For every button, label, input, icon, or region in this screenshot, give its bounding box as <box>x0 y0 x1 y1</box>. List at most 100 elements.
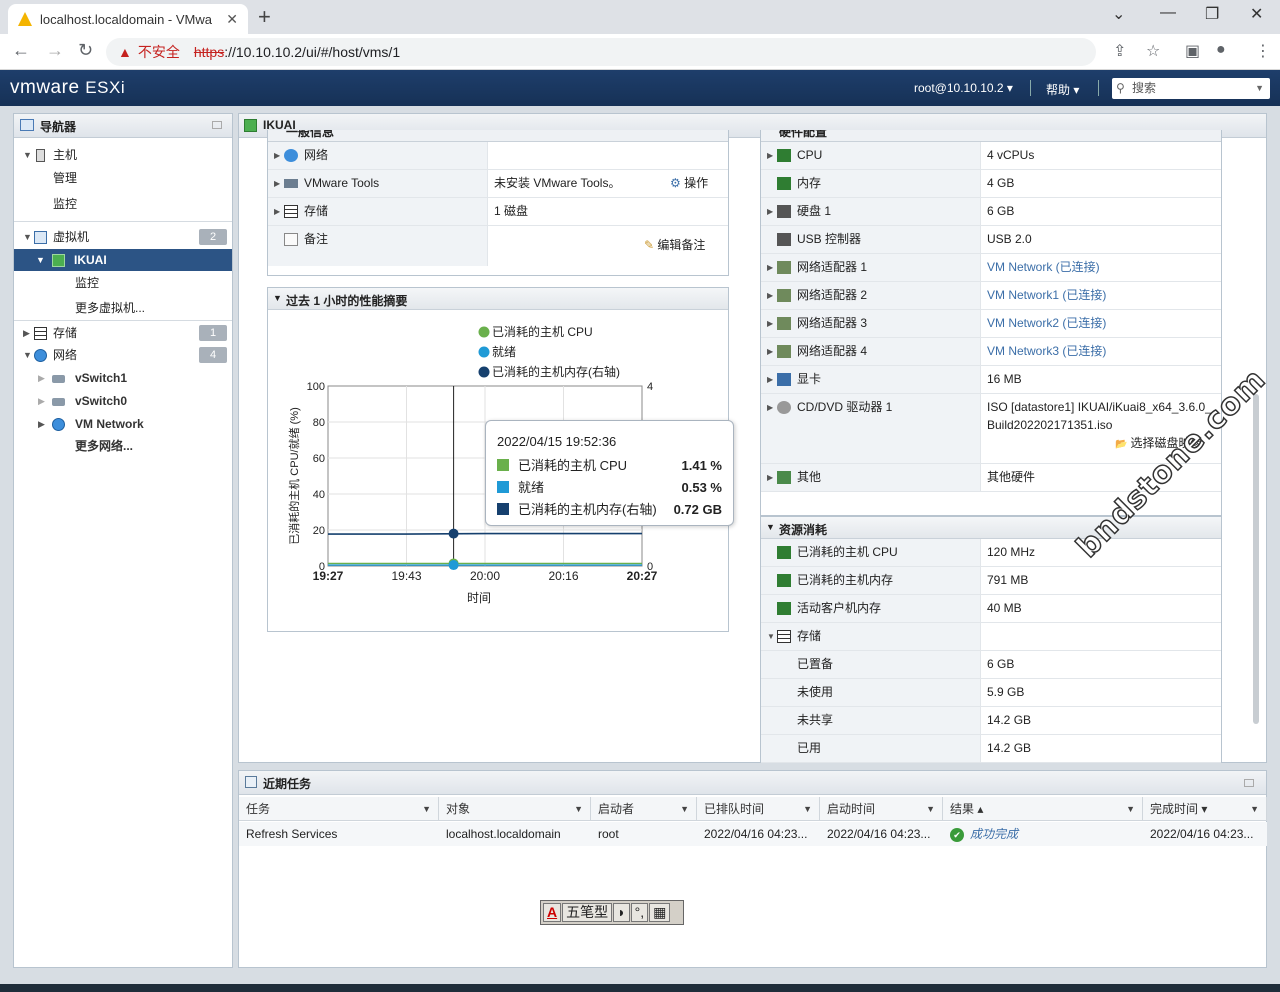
collapse-icon[interactable]: ▼ <box>23 344 32 366</box>
user-menu[interactable]: root@10.10.10.2 ▾ <box>914 81 1013 95</box>
bookmark-star-icon[interactable]: ☆ <box>1146 41 1160 61</box>
reload-icon[interactable]: ↻ <box>78 40 93 61</box>
hardware-row[interactable]: ▶ CPU 4 vCPUs <box>761 142 1221 170</box>
profile-icon[interactable]: ● <box>1216 41 1226 59</box>
nav-item-more-vms[interactable]: 更多虚拟机... <box>14 297 232 319</box>
expand-icon[interactable]: ▶ <box>767 198 773 225</box>
hardware-value[interactable]: VM Network1 (已连接) <box>987 282 1106 309</box>
disk-icon <box>777 205 791 218</box>
general-row-vmware-tools[interactable]: ▶ VMware Tools 未安装 VMware Tools。 ⚙ 操作 <box>268 170 728 198</box>
search-input[interactable]: ⚲ 搜索 ▼ <box>1112 78 1270 99</box>
collapse-icon[interactable]: ▼ <box>766 522 775 532</box>
collapse-icon[interactable]: ▼ <box>36 249 45 271</box>
task-column-header[interactable]: 结果 ▴ ▼ <box>943 797 1143 821</box>
hardware-value[interactable]: VM Network (已连接) <box>987 254 1100 281</box>
nav-item-monitor[interactable]: 监控 <box>14 193 232 215</box>
minimize-icon[interactable]: — <box>1160 4 1176 22</box>
general-row-storage[interactable]: ▶ 存储 1 磁盘 <box>268 198 728 226</box>
ime-keyboard-icon[interactable]: ▦ <box>649 903 671 922</box>
task-column-header[interactable]: 对象 ▼ <box>439 797 591 821</box>
hardware-row[interactable]: ▶ 硬盘 16 GB <box>761 198 1221 226</box>
expand-icon[interactable]: ▶ <box>38 390 45 412</box>
expand-icon[interactable]: ▶ <box>767 464 773 491</box>
tab-search-icon[interactable]: ⌄ <box>1112 4 1125 24</box>
expand-icon[interactable]: ▶ <box>767 366 773 393</box>
collapse-icon[interactable]: ▼ <box>23 144 32 166</box>
general-row-notes[interactable]: 备注 ✎ 编辑备注 <box>268 226 728 266</box>
task-column-header[interactable]: 已排队时间 ▼ <box>697 797 820 821</box>
minimize-panel-icon[interactable] <box>1244 779 1254 787</box>
expand-icon[interactable]: ▶ <box>767 338 773 365</box>
restore-icon[interactable]: ❐ <box>1205 4 1219 24</box>
expand-icon[interactable]: ▶ <box>274 198 280 225</box>
expand-icon[interactable]: ▶ <box>23 322 30 344</box>
nav-item-network[interactable]: ▼ 网络 4 <box>14 344 232 366</box>
ime-halfwidth-icon[interactable]: ◗ <box>613 903 630 922</box>
hardware-row[interactable]: ▶ 网络适配器 4 VM Network3 (已连接) <box>761 338 1221 366</box>
task-column-header[interactable]: 启动时间 ▼ <box>820 797 943 821</box>
nav-item-host[interactable]: ▼ 主机 <box>14 144 232 166</box>
column-menu-icon[interactable]: ▼ <box>926 797 935 821</box>
nav-item-vm-monitor[interactable]: 监控 <box>14 272 232 294</box>
close-window-icon[interactable]: ✕ <box>1250 4 1263 24</box>
column-menu-icon[interactable]: ▼ <box>422 797 431 821</box>
chevron-down-icon[interactable]: ▼ <box>1255 78 1264 99</box>
nav-item-vswitch0[interactable]: ▶ vSwitch0 <box>14 390 232 412</box>
help-menu[interactable]: 帮助 ▾ <box>1046 81 1079 98</box>
share-icon[interactable]: ⇪ <box>1113 41 1126 61</box>
general-row-network[interactable]: ▶ 网络 <box>268 142 728 170</box>
tools-action-button[interactable]: ⚙ 操作 <box>670 170 708 197</box>
minimize-panel-icon[interactable] <box>212 121 222 129</box>
nav-item-vms[interactable]: ▼ 虚拟机 2 <box>14 226 232 248</box>
hardware-value[interactable]: VM Network2 (已连接) <box>987 310 1106 337</box>
collapse-icon[interactable]: ▼ <box>273 293 282 303</box>
column-menu-icon[interactable]: ▼ <box>574 797 583 821</box>
expand-icon[interactable]: ▶ <box>767 142 773 169</box>
ime-toolbar[interactable]: A 五笔型 ◗ °, ▦ <box>540 900 684 925</box>
edit-notes-button[interactable]: ✎ 编辑备注 <box>644 232 705 259</box>
nav-item-vswitch1[interactable]: ▶ vSwitch1 <box>14 367 232 389</box>
hardware-row[interactable]: 内存 4 GB <box>761 170 1221 198</box>
hardware-row[interactable]: ▶ 网络适配器 3 VM Network2 (已连接) <box>761 310 1221 338</box>
expand-icon[interactable]: ▶ <box>274 170 280 197</box>
column-menu-icon[interactable]: ▼ <box>680 797 689 821</box>
new-tab-icon[interactable]: + <box>258 4 271 30</box>
ime-mode[interactable]: 五笔型 <box>562 903 613 922</box>
ime-lang-icon[interactable]: A <box>543 903 562 922</box>
expand-icon[interactable]: ▶ <box>274 142 280 169</box>
expand-icon[interactable]: ▶ <box>767 254 773 281</box>
column-menu-icon[interactable]: ▼ <box>1126 797 1135 821</box>
collapse-icon[interactable]: ▼ <box>767 623 775 650</box>
hardware-row[interactable]: ▶ 网络适配器 2 VM Network1 (已连接) <box>761 282 1221 310</box>
task-column-header[interactable]: 任务 ▼ <box>239 797 439 821</box>
expand-icon[interactable]: ▶ <box>38 413 45 435</box>
collapse-icon[interactable]: ▼ <box>23 226 32 248</box>
expand-icon[interactable]: ▶ <box>767 394 773 421</box>
url-bar[interactable]: ▲ 不安全 https ://10.10.10.2/ui/#/host/vms/… <box>106 38 1096 66</box>
expand-icon[interactable]: ▶ <box>38 367 45 389</box>
close-tab-icon[interactable]: ✕ <box>226 11 238 28</box>
ime-punct-icon[interactable]: °, <box>630 903 649 922</box>
nav-item-manage[interactable]: 管理 <box>14 167 232 189</box>
task-column-header[interactable]: 完成时间 ▾ ▼ <box>1143 797 1267 821</box>
back-icon[interactable]: ← <box>12 40 30 61</box>
expand-icon[interactable]: ▶ <box>767 310 773 337</box>
hardware-row[interactable]: USB 控制器 USB 2.0 <box>761 226 1221 254</box>
nav-item-ikuai[interactable]: ▼ IKUAI <box>14 249 232 271</box>
browser-tab[interactable]: localhost.localdomain - VMwa ✕ <box>8 4 248 34</box>
menu-icon[interactable]: ⋮ <box>1255 41 1271 61</box>
content-scrollbar[interactable] <box>1253 394 1259 724</box>
column-menu-icon[interactable]: ▼ <box>1250 797 1259 821</box>
hardware-row[interactable]: ▶ 网络适配器 1 VM Network (已连接) <box>761 254 1221 282</box>
sidepanel-icon[interactable]: ▣ <box>1185 41 1200 61</box>
column-menu-icon[interactable]: ▼ <box>803 797 812 821</box>
expand-icon[interactable]: ▶ <box>767 282 773 309</box>
nav-item-more-networks[interactable]: 更多网络... <box>14 435 232 457</box>
nav-item-vm-network[interactable]: ▶ VM Network <box>14 413 232 435</box>
nav-item-storage[interactable]: ▶ 存储 1 <box>14 322 232 344</box>
task-column-header[interactable]: 启动者 ▼ <box>591 797 697 821</box>
hardware-row[interactable]: ▶ CD/DVD 驱动器 1 ISO [datastore1] IKUAI/iKua… <box>761 394 1221 464</box>
forward-icon[interactable]: → <box>46 40 64 61</box>
hardware-row[interactable]: ▶ 显卡 16 MB <box>761 366 1221 394</box>
hardware-value[interactable]: VM Network3 (已连接) <box>987 338 1106 365</box>
